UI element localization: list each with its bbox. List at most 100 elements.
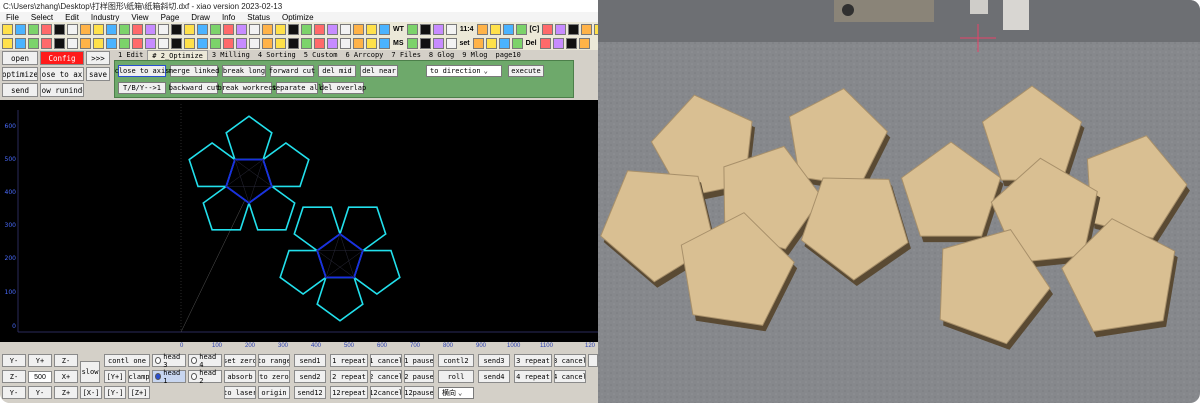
tby-to-1-button[interactable]: T/B/Y-->1: [118, 82, 166, 94]
toolbar-tool-icon[interactable]: [502, 23, 514, 35]
toolbar-tool-icon[interactable]: [2, 37, 13, 49]
toolbar-tool-icon[interactable]: [197, 37, 208, 49]
send3-button[interactable]: send3: [478, 354, 510, 367]
menu-page[interactable]: Page: [155, 13, 186, 22]
toolbar-tool-icon[interactable]: [340, 23, 351, 35]
tab-optimize[interactable]: # 2_Optimize: [147, 50, 208, 60]
show-runindex-button[interactable]: show runindex: [40, 83, 84, 97]
toolbar-tool-icon[interactable]: [67, 37, 78, 49]
to-zero-button[interactable]: to zero: [258, 370, 290, 383]
tab-page10[interactable]: page10: [492, 50, 525, 60]
tab-custom[interactable]: 5 Custom: [300, 50, 342, 60]
toolbar-tool-icon[interactable]: [158, 37, 169, 49]
toolbar-tool-icon[interactable]: [145, 37, 156, 49]
to-range-button[interactable]: to range: [258, 354, 290, 367]
head1-radio[interactable]: head 1: [152, 369, 186, 385]
execute-button[interactable]: execute: [508, 65, 544, 77]
toolbar-tool-icon[interactable]: [366, 23, 377, 35]
step-input[interactable]: 500: [28, 371, 52, 383]
cancel1-button[interactable]: 1 cancel: [370, 354, 402, 367]
x-plus-button[interactable]: X+: [54, 370, 78, 383]
repeat1-button[interactable]: 1 repeat: [330, 354, 368, 367]
toolbar-tool-icon[interactable]: [419, 23, 431, 35]
tab-milling[interactable]: 3 Milling: [208, 50, 254, 60]
toolbar-tool-icon[interactable]: [54, 23, 65, 35]
toolbar-tool-icon[interactable]: [327, 37, 338, 49]
menu-industry[interactable]: Industry: [85, 13, 125, 22]
repeat12-button[interactable]: 12repeat: [330, 386, 368, 399]
z-minus-button[interactable]: Z-: [54, 354, 78, 367]
toolbar-tool-icon[interactable]: [340, 37, 351, 49]
toolbar-tool-icon[interactable]: [262, 37, 273, 49]
toolbar-tool-icon[interactable]: [275, 37, 286, 49]
menu-status[interactable]: Status: [241, 13, 276, 22]
toolbar-tool-icon[interactable]: [132, 37, 143, 49]
menu-edit[interactable]: Edit: [59, 13, 85, 22]
toolbar-tool-icon[interactable]: [288, 23, 299, 35]
toolbar-tool-icon[interactable]: [80, 23, 91, 35]
toolbar-tool-icon[interactable]: [15, 37, 26, 49]
break-long-button[interactable]: break long: [222, 65, 266, 77]
toolbar-tool-icon[interactable]: [184, 37, 195, 49]
overflow-button[interactable]: [588, 354, 598, 367]
toolbar-tool-icon[interactable]: [314, 23, 325, 35]
toolbar-tool-icon[interactable]: [2, 23, 13, 35]
toolbar-tool-icon[interactable]: [249, 37, 260, 49]
toolbar-tool-icon[interactable]: [578, 37, 590, 49]
tab-edit[interactable]: 1 Edit: [114, 50, 147, 60]
to-laser-button[interactable]: to laser: [224, 386, 256, 399]
toolbar-tool-icon[interactable]: [54, 37, 65, 49]
toolbar-tool-icon[interactable]: [472, 37, 484, 49]
head2-radio[interactable]: head 2: [188, 369, 222, 385]
toolbar-tool-icon[interactable]: [41, 23, 52, 35]
pause1-button[interactable]: 1 pause: [404, 354, 434, 367]
toolbar-tool-icon[interactable]: [80, 37, 91, 49]
toolbar-tool-icon[interactable]: [353, 23, 364, 35]
menu-info[interactable]: Info: [216, 13, 241, 22]
toolbar-tool-icon[interactable]: [581, 23, 593, 35]
config-button[interactable]: Config: [40, 51, 84, 65]
toolbar-tool-icon[interactable]: [184, 23, 195, 35]
drawing-canvas[interactable]: 600 500 400 300 200 100 0 0 100 200 300 …: [0, 100, 598, 352]
forward-cut-button[interactable]: forward cut: [269, 65, 315, 77]
toolbar-tool-icon[interactable]: [555, 23, 567, 35]
toolbar-tool-icon[interactable]: [28, 37, 39, 49]
toolbar-tool-icon[interactable]: [432, 23, 444, 35]
toolbar-tool-icon[interactable]: [197, 23, 208, 35]
send1-button[interactable]: send1: [294, 354, 326, 367]
toolbar-tool-icon[interactable]: [552, 37, 564, 49]
toolbar-tool-icon[interactable]: [406, 23, 418, 35]
menu-select[interactable]: Select: [25, 13, 59, 22]
toolbar-tool-icon[interactable]: [542, 23, 554, 35]
toolbar-tool-icon[interactable]: [445, 37, 457, 49]
toolbar-tool-icon[interactable]: [568, 23, 580, 35]
z-plus-bracket-button[interactable]: [Z+]: [128, 386, 150, 399]
menu-file[interactable]: File: [0, 13, 25, 22]
toolbar-tool-icon[interactable]: [223, 37, 234, 49]
toolbar-tool-icon[interactable]: [210, 37, 221, 49]
toolbar-tool-icon[interactable]: [379, 37, 390, 49]
y-plus-button[interactable]: Y+: [28, 354, 52, 367]
toolbar-tool-icon[interactable]: [171, 23, 182, 35]
toolbar-tool-icon[interactable]: [314, 37, 325, 49]
tab-glog[interactable]: 8 Glog: [425, 50, 458, 60]
toolbar-tool-icon[interactable]: [379, 23, 390, 35]
toolbar-tool-icon[interactable]: [67, 23, 78, 35]
direction-select[interactable]: to direction ⌄: [426, 65, 502, 77]
y-minus-b-button[interactable]: Y-: [2, 386, 26, 399]
cancel4-button[interactable]: 4 cancel: [554, 370, 586, 383]
toolbar-tool-icon[interactable]: [275, 23, 286, 35]
toolbar-tool-icon[interactable]: [210, 23, 221, 35]
pause12-button[interactable]: 12pause: [404, 386, 434, 399]
toolbar-tool-icon[interactable]: [236, 37, 247, 49]
backward-cut-button[interactable]: backward cut: [169, 82, 219, 94]
toolbar-tool-icon[interactable]: [15, 23, 26, 35]
x-minus-bracket-button[interactable]: [X-]: [80, 386, 102, 399]
more-arrows-button[interactable]: >>>: [86, 51, 110, 65]
y-plus-bracket-button[interactable]: [Y+]: [104, 370, 126, 383]
del-near-button[interactable]: del near: [360, 65, 398, 77]
slow-button[interactable]: slow: [80, 361, 100, 383]
toolbar-tool-icon[interactable]: [236, 23, 247, 35]
toolbar-tool-icon[interactable]: [406, 37, 418, 49]
contl-one-button[interactable]: contl one: [104, 354, 150, 367]
